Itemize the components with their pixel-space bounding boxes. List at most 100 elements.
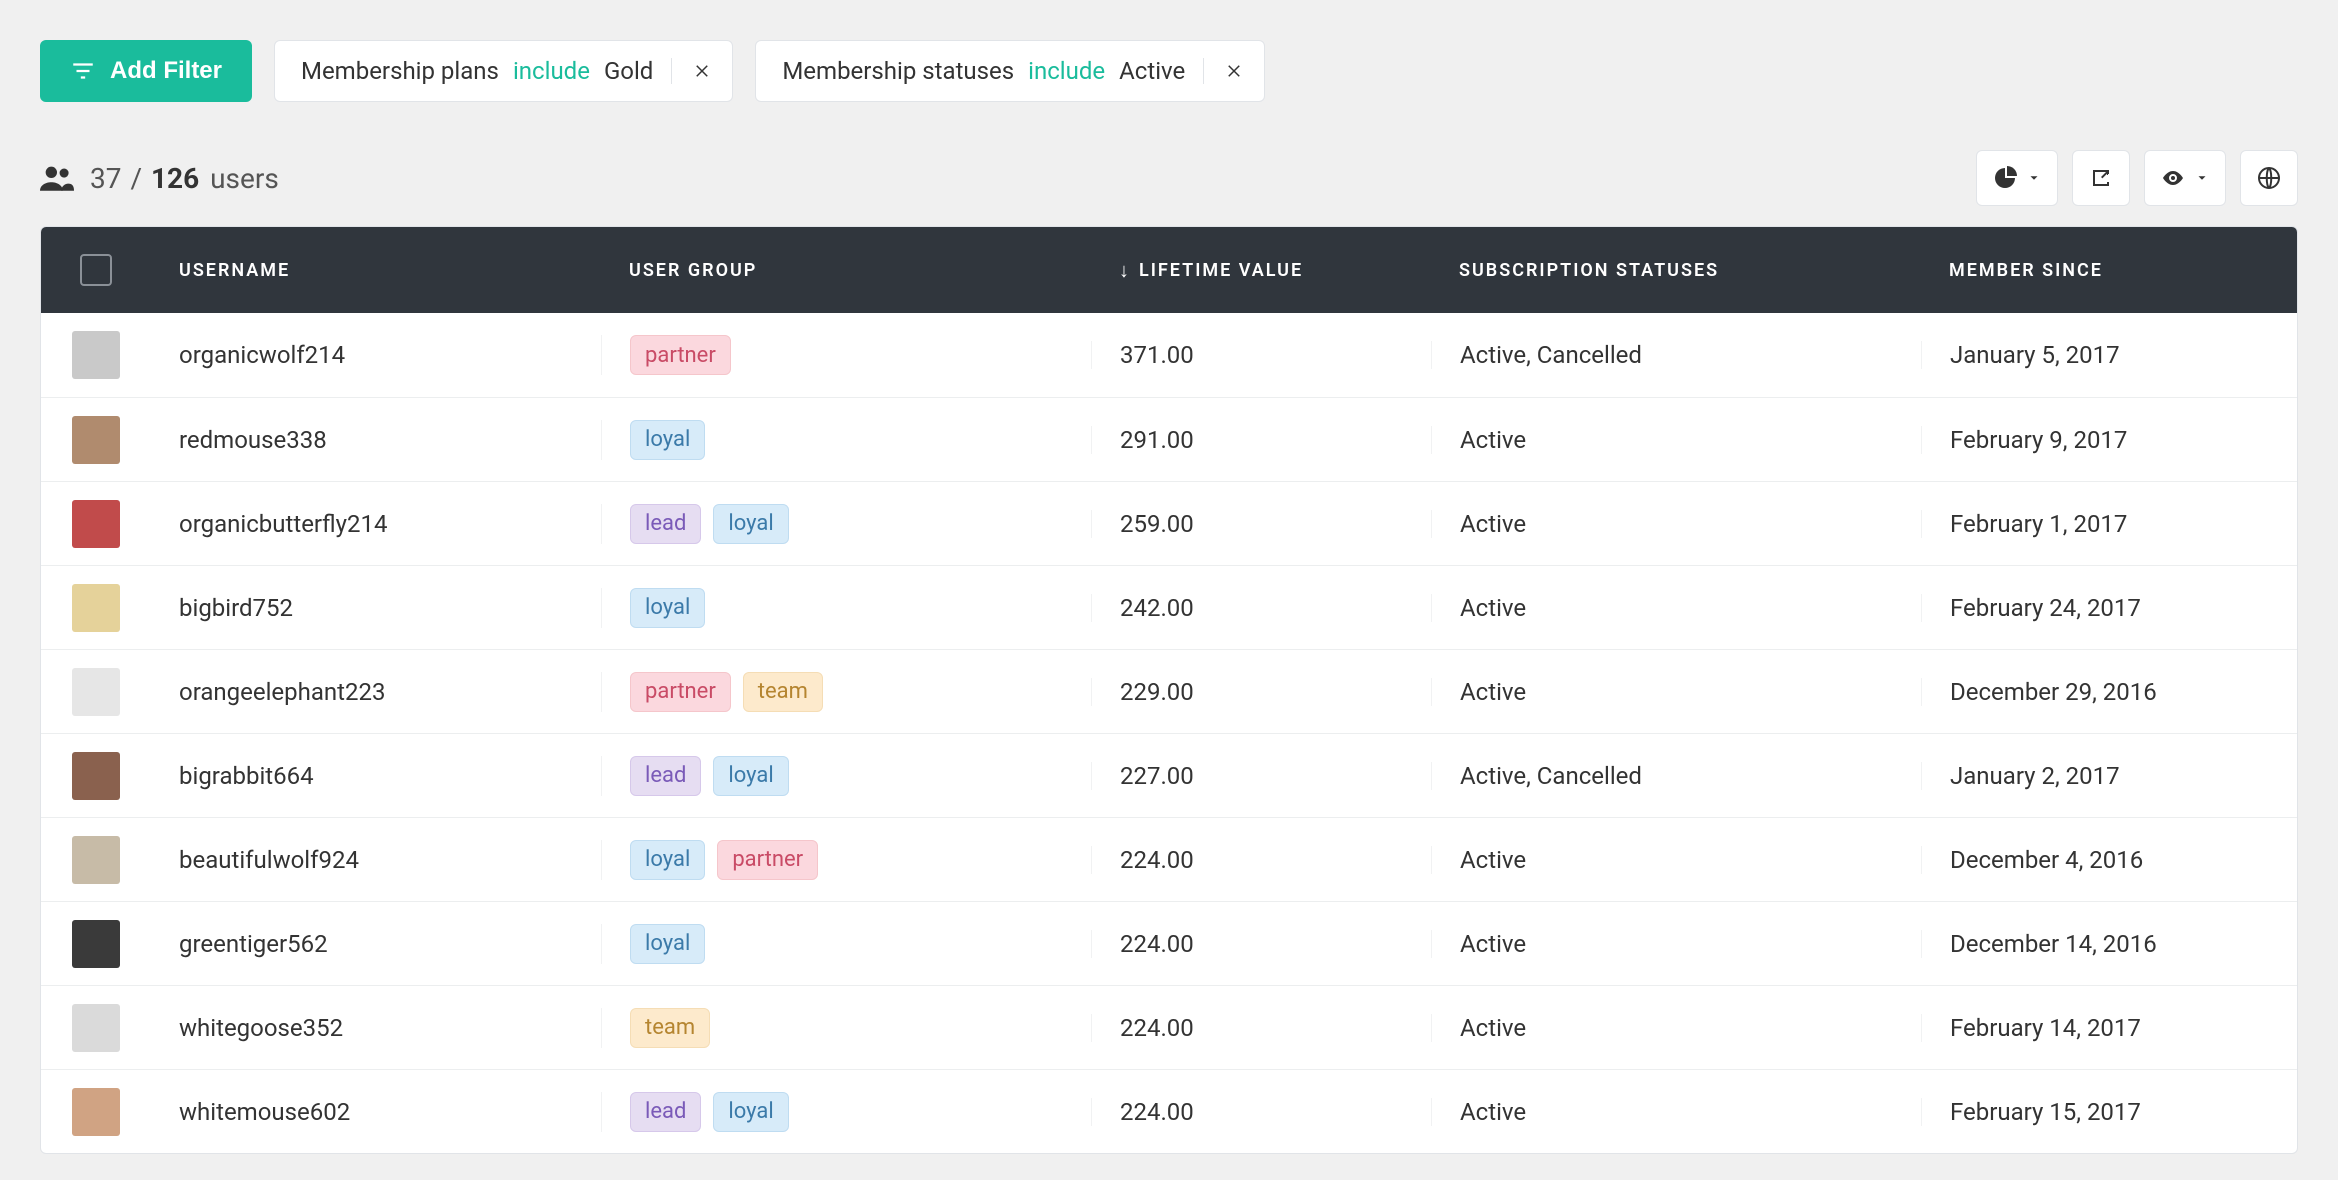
export-icon — [2089, 166, 2113, 190]
avatar-cell — [41, 1004, 151, 1052]
count-separator: / — [130, 162, 142, 195]
avatar — [72, 668, 120, 716]
avatar-cell — [41, 836, 151, 884]
tag-loyal: loyal — [630, 588, 705, 628]
user-group-cell: partner — [601, 335, 1091, 375]
subscription-status-cell: Active — [1431, 1014, 1921, 1042]
avatar-cell — [41, 331, 151, 379]
table-row[interactable]: organicwolf214partner371.00Active, Cance… — [41, 313, 2297, 397]
add-filter-button[interactable]: Add Filter — [40, 40, 252, 102]
tag-lead: lead — [630, 1092, 701, 1132]
tag-loyal: loyal — [713, 756, 788, 796]
member-since-cell: December 14, 2016 — [1921, 930, 2297, 958]
users-table: USERNAME USER GROUP ↓ LIFETIME VALUE SUB… — [40, 226, 2298, 1154]
filtered-count: 37 — [90, 162, 121, 195]
lifetime-value-cell: 224.00 — [1091, 930, 1431, 958]
col-subscription-statuses[interactable]: SUBSCRIPTION STATUSES — [1431, 260, 1921, 281]
avatar-cell — [41, 500, 151, 548]
user-group-cell: loyalpartner — [601, 840, 1091, 880]
tag-lead: lead — [630, 756, 701, 796]
subscription-status-cell: Active — [1431, 594, 1921, 622]
avatar — [72, 416, 120, 464]
filter-chip-op: include — [1028, 57, 1105, 85]
subscription-status-cell: Active — [1431, 510, 1921, 538]
table-row[interactable]: whitegoose352team224.00ActiveFebruary 14… — [41, 985, 2297, 1069]
username-cell: beautifulwolf924 — [151, 846, 601, 874]
table-row[interactable]: beautifulwolf924loyalpartner224.00Active… — [41, 817, 2297, 901]
user-group-cell: leadloyal — [601, 504, 1091, 544]
table-header: USERNAME USER GROUP ↓ LIFETIME VALUE SUB… — [41, 227, 2297, 313]
username-cell: redmouse338 — [151, 426, 601, 454]
tag-partner: partner — [630, 335, 731, 375]
user-group-cell: loyal — [601, 420, 1091, 460]
avatar — [72, 836, 120, 884]
col-lifetime-value-label: LIFETIME VALUE — [1139, 260, 1303, 281]
username-cell: whitemouse602 — [151, 1098, 601, 1126]
tag-lead: lead — [630, 504, 701, 544]
lifetime-value-cell: 371.00 — [1091, 341, 1431, 369]
table-row[interactable]: bigbird752 loyal 242.00ActiveFebruary 24, … — [41, 565, 2297, 649]
user-count: 37 / 126 users — [40, 162, 279, 195]
table-row[interactable]: orangeelephant223partnerteam229.00Active… — [41, 649, 2297, 733]
table-row[interactable]: organicbutterfly214leadloyal259.00Active… — [41, 481, 2297, 565]
lifetime-value-cell: 224.00 — [1091, 1098, 1431, 1126]
username-cell: whitegoose352 — [151, 1014, 601, 1042]
member-since-cell: February 15, 2017 — [1921, 1098, 2297, 1126]
globe-icon — [2257, 166, 2281, 190]
avatar-cell — [41, 416, 151, 464]
member-since-cell: December 4, 2016 — [1921, 846, 2297, 874]
pie-chart-icon — [1993, 166, 2017, 190]
visibility-button[interactable] — [2144, 150, 2226, 206]
col-member-since[interactable]: MEMBER SINCE — [1921, 260, 2297, 281]
username-cell: organicbutterfly214 — [151, 510, 601, 538]
username-cell: bigbird752 — [151, 594, 601, 622]
chevron-down-icon — [2027, 171, 2041, 185]
divider — [671, 58, 672, 84]
filter-chip-value: Gold — [604, 57, 653, 85]
username-cell: orangeelephant223 — [151, 678, 601, 706]
tag-partner: partner — [717, 840, 818, 880]
eye-icon — [2161, 166, 2185, 190]
users-icon — [40, 164, 74, 192]
close-icon — [693, 62, 711, 80]
subscription-status-cell: Active — [1431, 1098, 1921, 1126]
avatar — [72, 920, 120, 968]
table-row[interactable]: redmouse338loyal291.00ActiveFebruary 9, … — [41, 397, 2297, 481]
divider — [1203, 58, 1204, 84]
filter-chip-remove[interactable] — [1222, 59, 1246, 83]
username-cell: organicwolf214 — [151, 341, 601, 369]
chart-button[interactable] — [1976, 150, 2058, 206]
col-user-group[interactable]: USER GROUP — [601, 260, 1091, 281]
header-row: 37 / 126 users — [40, 150, 2298, 206]
col-username[interactable]: USERNAME — [151, 260, 601, 281]
select-all-checkbox[interactable] — [80, 254, 112, 286]
chevron-down-icon — [2195, 171, 2209, 185]
avatar-cell — [41, 920, 151, 968]
member-since-cell: February 24, 2017 — [1921, 594, 2297, 622]
users-label: users — [210, 162, 279, 195]
filter-chip[interactable]: Membership statuses include Active — [755, 40, 1265, 102]
filter-icon — [70, 58, 96, 84]
table-row[interactable]: bigrabbit664leadloyal227.00Active, Cance… — [41, 733, 2297, 817]
member-since-cell: February 9, 2017 — [1921, 426, 2297, 454]
sort-descending-icon: ↓ — [1119, 258, 1131, 283]
user-group-cell: loyal — [601, 588, 1091, 628]
avatar-cell — [41, 752, 151, 800]
tag-partner: partner — [630, 672, 731, 712]
globe-button[interactable] — [2240, 150, 2298, 206]
lifetime-value-cell: 259.00 — [1091, 510, 1431, 538]
filter-chip-remove[interactable] — [690, 59, 714, 83]
member-since-cell: February 1, 2017 — [1921, 510, 2297, 538]
subscription-status-cell: Active — [1431, 930, 1921, 958]
filter-chip[interactable]: Membership plans include Gold — [274, 40, 733, 102]
table-row[interactable]: whitemouse602leadloyal224.00ActiveFebrua… — [41, 1069, 2297, 1153]
table-body: organicwolf214partner371.00Active, Cance… — [41, 313, 2297, 1153]
table-row[interactable]: greentiger562loyal224.00ActiveDecember 1… — [41, 901, 2297, 985]
lifetime-value-cell: 242.00 — [1091, 594, 1431, 622]
export-button[interactable] — [2072, 150, 2130, 206]
user-group-cell: team — [601, 1008, 1091, 1048]
col-lifetime-value[interactable]: ↓ LIFETIME VALUE — [1091, 258, 1431, 283]
table-actions — [1976, 150, 2298, 206]
filter-bar: Add Filter Membership plans include Gold… — [40, 40, 2298, 102]
lifetime-value-cell: 224.00 — [1091, 1014, 1431, 1042]
